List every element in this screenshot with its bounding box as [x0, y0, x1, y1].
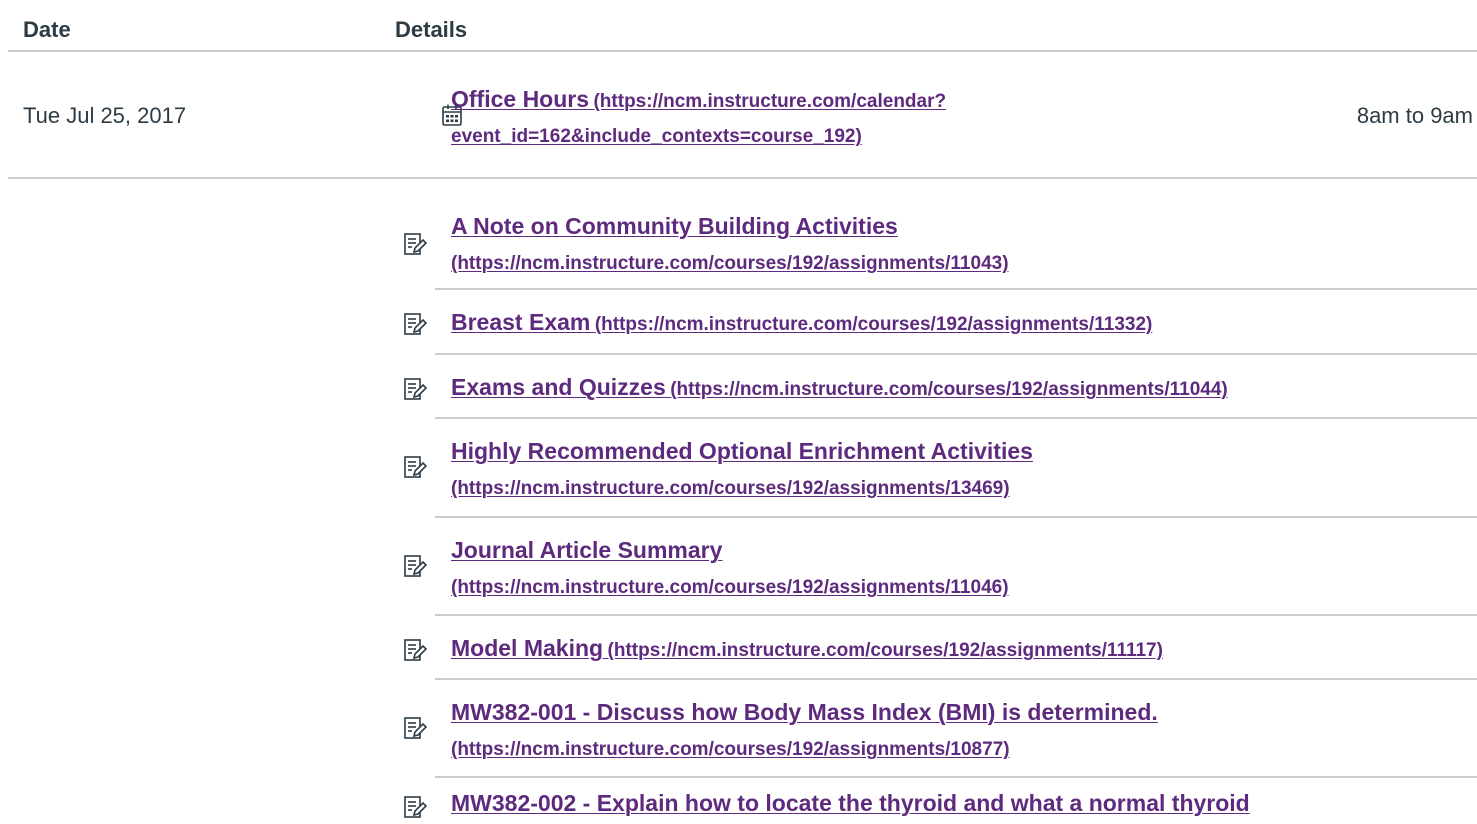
event-date: Tue Jul 25, 2017 [23, 103, 187, 128]
assignment-link[interactable]: A Note on Community Building Activities(… [451, 209, 1009, 282]
assignment-link[interactable]: Journal Article Summary (https://ncm.inst… [451, 533, 1009, 606]
assignment-icon [403, 554, 427, 577]
list-item: Journal Article Summary (https://ncm.inst… [404, 518, 1477, 616]
details-column-header: Details [395, 17, 468, 42]
assignment-link[interactable]: MW382-001 - Discuss how Body Mass Index … [451, 695, 1158, 768]
list-item: A Note on Community Building Activities(… [404, 200, 1477, 290]
assignment-link[interactable]: Exams and Quizzes (https://ncm.instructu… [451, 370, 1228, 408]
list-item: Model Making (https://ncm.instructure.co… [404, 616, 1477, 680]
list-item: Breast Exam (https://ncm.instructure.com… [404, 290, 1477, 355]
table-header: Date Details [8, 0, 1477, 52]
assignment-link[interactable]: Breast Exam (https://ncm.instructure.com… [451, 305, 1152, 343]
assignment-icon [403, 312, 427, 335]
list-item: MW382-002 - Explain how to locate the th… [404, 778, 1477, 824]
assignment-icon [403, 455, 427, 478]
list-item: MW382-001 - Discuss how Body Mass Index … [404, 680, 1477, 778]
list-item: Exams and Quizzes (https://ncm.instructu… [404, 355, 1477, 419]
assignment-link[interactable]: Highly Recommended Optional Enrichment A… [451, 434, 1033, 507]
assignment-icon [403, 638, 427, 661]
assignment-icon [403, 377, 427, 400]
assignment-icon [403, 795, 427, 818]
event-time: 8am to 9am [1356, 103, 1473, 128]
table-row-office-hours: Tue Jul 25, 2017 Office Hours (https://n… [8, 50, 1477, 179]
assignment-link[interactable]: MW382-002 - Explain how to locate the th… [451, 786, 1250, 824]
office-hours-link[interactable]: Office Hours (https://ncm.instructure.co… [451, 82, 946, 155]
office-hours-details: Office Hours (https://ncm.instructure.co… [435, 50, 1135, 177]
list-item: Highly Recommended Optional Enrichment A… [404, 419, 1477, 518]
assignment-icon [403, 716, 427, 739]
date-column-header: Date [23, 17, 71, 42]
assignment-icon [403, 232, 427, 255]
assignment-link[interactable]: Model Making (https://ncm.instructure.co… [451, 631, 1163, 669]
